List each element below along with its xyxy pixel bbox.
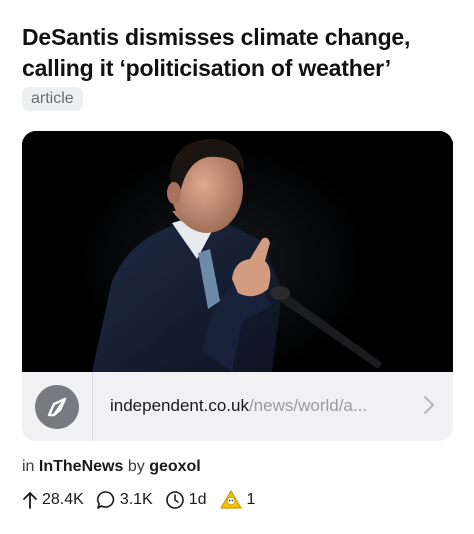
upvote-stat[interactable]: 28.4K [22, 491, 84, 509]
link-path: /news/world/a... [248, 396, 368, 415]
age-stat: 1d [165, 490, 207, 510]
author-link[interactable]: geoxol [149, 458, 201, 475]
subreddit-link[interactable]: InTheNews [39, 458, 123, 475]
compass-icon [35, 385, 79, 429]
link-bar-divider [92, 372, 93, 441]
link-preview-card[interactable]: independent.co.uk/news/world/a... [22, 131, 453, 441]
speaker-photo [22, 131, 453, 372]
award-count: 1 [246, 491, 256, 508]
clock-icon [165, 491, 184, 509]
article-thumbnail[interactable] [22, 131, 453, 372]
chevron-right-icon [424, 396, 434, 414]
comment-icon [96, 491, 115, 509]
link-domain: independent.co.uk [110, 396, 249, 415]
post-age: 1d [188, 491, 207, 508]
link-url[interactable]: independent.co.uk/news/world/a... [110, 395, 367, 417]
by-prefix: by [127, 458, 145, 475]
link-bar[interactable]: independent.co.uk/news/world/a... [22, 372, 453, 441]
post-flair[interactable]: article [22, 87, 83, 111]
post-meta: in InTheNews by geoxol [22, 456, 201, 478]
upvote-count: 28.4K [42, 491, 84, 508]
arrow-up-icon [23, 492, 37, 509]
post-title[interactable]: DeSantis dismisses climate change, calli… [22, 22, 452, 84]
post-stats: 28.4K 3.1K 1d 1 [22, 487, 267, 513]
award-icon [219, 490, 242, 509]
comment-count: 3.1K [119, 491, 153, 508]
in-prefix: in [22, 458, 35, 475]
award-stat[interactable]: 1 [219, 489, 256, 511]
comment-stat[interactable]: 3.1K [96, 490, 153, 510]
